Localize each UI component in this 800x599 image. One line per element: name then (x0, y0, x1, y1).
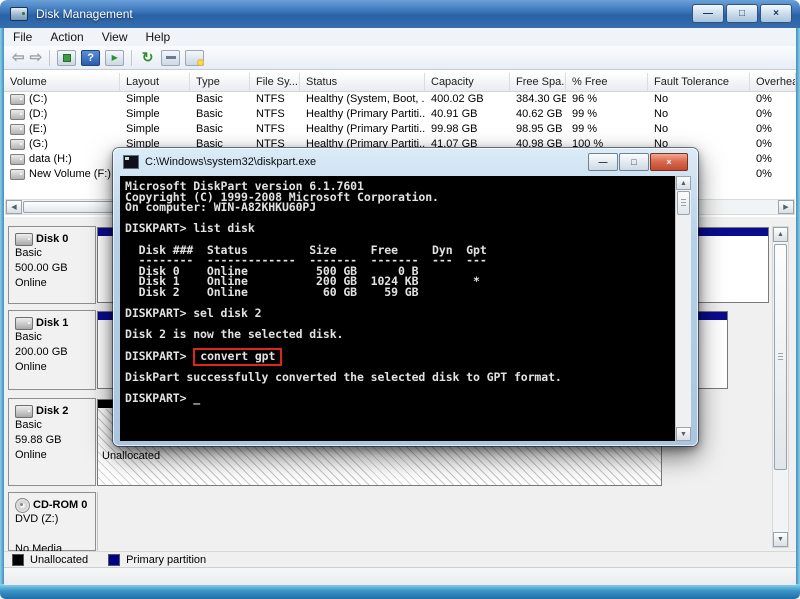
toolbar-separator (131, 50, 132, 66)
forward-icon[interactable]: ⇨ (30, 50, 43, 65)
diskpart-titlebar[interactable]: C:\Windows\system32\diskpart.exe (123, 155, 316, 169)
toolbar-separator (49, 50, 50, 66)
disk0-label-panel[interactable]: Disk 0 Basic 500.00 GB Online (8, 226, 96, 304)
column-header-layout[interactable]: Layout (120, 73, 190, 92)
window-border-bottom (0, 584, 800, 599)
scroll-right-icon[interactable]: ▶ (778, 200, 794, 214)
diskpart-maximize-button[interactable]: □ (619, 153, 649, 171)
volume-icon (10, 124, 25, 135)
console-icon (123, 155, 139, 169)
volume-icon (10, 139, 25, 150)
console-result-output: DiskPart successfully converted the sele… (125, 372, 665, 404)
diskpart-window-title: C:\Windows\system32\diskpart.exe (145, 156, 316, 168)
table-row[interactable]: (D:) SimpleBasic NTFSHealthy (Primary Pa… (4, 107, 796, 122)
convert-gpt-highlight-box: convert gpt (193, 348, 282, 366)
maximize-button[interactable]: □ (726, 4, 758, 23)
diskpart-window[interactable]: C:\Windows\system32\diskpart.exe — □ × M… (113, 148, 698, 446)
menu-file[interactable]: File (4, 30, 41, 44)
legend-bar: Unallocated Primary partition (4, 551, 796, 567)
column-header-overhead[interactable]: Overhead (750, 73, 796, 92)
disk-pane-vscrollbar[interactable]: ▲ ▼ (772, 226, 789, 548)
close-button[interactable]: × (760, 4, 792, 23)
console-convert-line: DISKPART> convert gpt (125, 351, 665, 362)
volume-icon (10, 94, 25, 105)
back-icon[interactable]: ⇦ (12, 50, 25, 65)
volume-table-header: Volume Layout Type File Sy... Status Cap… (4, 73, 796, 92)
cdrom-icon (15, 498, 30, 513)
cdrom0-label-panel[interactable]: CD-ROM 0 DVD (Z:) No Media (8, 492, 96, 551)
cdrom-region-divider (97, 492, 98, 551)
disk2-label-panel[interactable]: Disk 2 Basic 59.88 GB Online (8, 398, 96, 486)
scroll-up-icon[interactable]: ▲ (676, 176, 691, 190)
menu-view[interactable]: View (93, 30, 137, 44)
console-boot-output: Microsoft DiskPart version 6.1.7601 Copy… (125, 181, 665, 340)
disk1-label-panel[interactable]: Disk 1 Basic 200.00 GB Online (8, 310, 96, 390)
volume-icon (10, 169, 25, 180)
console-window-icon[interactable] (57, 50, 76, 66)
help-icon[interactable]: ? (81, 50, 100, 66)
column-header-type[interactable]: Type (190, 73, 250, 92)
column-header-fault-tolerance[interactable]: Fault Tolerance (648, 73, 750, 92)
diskpart-minimize-button[interactable]: — (588, 153, 618, 171)
disk-settings-icon[interactable] (185, 50, 204, 66)
volume-icon (10, 154, 25, 165)
volume-icon (10, 109, 25, 120)
toolbar: ⇦ ⇨ ? ▶ ↻ (4, 46, 796, 70)
menu-help[interactable]: Help (137, 30, 180, 44)
diskpart-close-button[interactable]: × (650, 153, 688, 171)
primary-partition-legend-swatch (108, 554, 120, 566)
scroll-left-icon[interactable]: ◀ (6, 200, 22, 214)
window-border-right (796, 28, 800, 588)
console-play-icon[interactable]: ▶ (105, 50, 124, 66)
menu-action[interactable]: Action (41, 30, 92, 44)
console-vscrollbar[interactable]: ▲ ▼ (675, 176, 691, 441)
minimize-button[interactable]: — (692, 4, 724, 23)
column-header-pct-free[interactable]: % Free (566, 73, 648, 92)
refresh-icon[interactable]: ↻ (139, 51, 156, 65)
scroll-down-icon[interactable]: ▼ (676, 427, 691, 441)
column-header-capacity[interactable]: Capacity (425, 73, 510, 92)
disk-properties-icon[interactable] (161, 50, 180, 66)
column-header-status[interactable]: Status (300, 73, 425, 92)
window-title: Disk Management (36, 7, 133, 21)
table-row[interactable]: (E:) SimpleBasic NTFSHealthy (Primary Pa… (4, 122, 796, 137)
console-output-area[interactable]: Microsoft DiskPart version 6.1.7601 Copy… (120, 176, 691, 441)
status-bar (4, 567, 796, 585)
vscroll-thumb[interactable] (774, 244, 787, 470)
disk-management-window: Disk Management — □ × File Action View H… (0, 0, 800, 599)
scroll-down-icon[interactable]: ▼ (773, 532, 788, 547)
column-header-free-space[interactable]: Free Spa... (510, 73, 566, 92)
unallocated-legend-label: Unallocated (30, 554, 88, 566)
console-scroll-thumb[interactable] (677, 191, 690, 215)
main-titlebar[interactable]: Disk Management — □ × (0, 0, 800, 29)
unallocated-legend-swatch (12, 554, 24, 566)
disk-icon (15, 317, 33, 330)
disk-icon (15, 233, 33, 246)
column-header-filesystem[interactable]: File Sy... (250, 73, 300, 92)
menu-bar: File Action View Help (4, 28, 796, 47)
unallocated-region-label: Unallocated (102, 450, 160, 462)
disk-icon (15, 405, 33, 418)
table-row[interactable]: (C:) SimpleBasic NTFSHealthy (System, Bo… (4, 92, 796, 107)
disk-management-icon (10, 7, 28, 21)
column-header-volume[interactable]: Volume (4, 73, 120, 92)
scroll-up-icon[interactable]: ▲ (773, 227, 788, 242)
primary-partition-legend-label: Primary partition (126, 554, 206, 566)
console-text: Microsoft DiskPart version 6.1.7601 Copy… (125, 181, 665, 403)
